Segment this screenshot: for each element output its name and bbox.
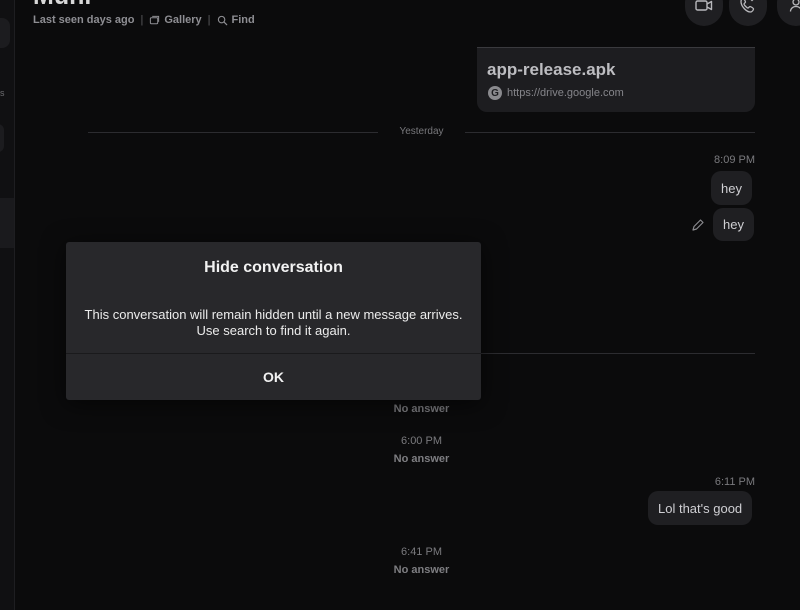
last-seen-status: Last seen days ago <box>33 14 135 26</box>
call-status: No answer <box>393 403 450 415</box>
file-name: app-release.apk <box>487 60 616 79</box>
outgoing-message[interactable]: hey <box>713 208 754 241</box>
chat-divider <box>481 353 755 354</box>
contact-name[interactable]: Muni <box>33 0 91 11</box>
message-timestamp: 6:41 PM <box>401 546 442 558</box>
file-attachment-card[interactable]: app-release.apk G https://drive.google.c… <box>477 47 755 112</box>
day-separator-label: Yesterday <box>399 126 444 137</box>
sidebar-selected-item[interactable] <box>0 198 14 248</box>
separator: | <box>140 14 144 26</box>
sidebar-avatar-fragment[interactable] <box>0 124 4 152</box>
sidebar-text-fragment: s <box>0 88 5 98</box>
message-timestamp: 6:11 PM <box>714 476 755 488</box>
separator: | <box>207 14 211 26</box>
call-status: No answer <box>393 564 450 576</box>
message-timestamp: 6:00 PM <box>401 435 442 447</box>
call-status: No answer <box>393 453 450 465</box>
outgoing-message[interactable]: Lol that's good <box>648 491 753 525</box>
search-icon <box>217 15 227 25</box>
find-label: Find <box>231 14 255 26</box>
person-icon <box>789 0 800 12</box>
gallery-icon <box>150 15 160 24</box>
day-separator: Yesterday <box>88 124 755 140</box>
conversation-sidebar: s <box>0 0 15 610</box>
profile-button[interactable] <box>777 0 800 26</box>
video-icon <box>695 0 713 11</box>
file-url: https://drive.google.com <box>507 87 624 99</box>
gallery-link[interactable]: Gallery <box>149 14 202 26</box>
video-call-button[interactable] <box>685 0 723 26</box>
message-timestamp: 8:09 PM <box>714 154 755 166</box>
ok-button[interactable]: OK <box>66 354 481 400</box>
header-subline: Last seen days ago | Gallery | Find <box>33 14 255 26</box>
file-source: G https://drive.google.com <box>488 86 624 100</box>
phone-icon <box>740 0 755 13</box>
hide-conversation-dialog: Hide conversation This conversation will… <box>66 242 481 400</box>
pencil-icon[interactable] <box>691 218 705 232</box>
dialog-title: Hide conversation <box>204 259 343 276</box>
sidebar-search-fragment[interactable] <box>0 18 10 48</box>
google-icon: G <box>488 86 502 100</box>
outgoing-message[interactable]: hey <box>711 171 752 205</box>
dialog-message: This conversation will remain hidden unt… <box>84 307 463 338</box>
audio-call-button[interactable] <box>729 0 767 26</box>
find-link[interactable]: Find <box>217 14 255 26</box>
gallery-label: Gallery <box>164 14 202 26</box>
chat-header: Muni Last seen days ago | Gallery | Find <box>14 0 800 40</box>
